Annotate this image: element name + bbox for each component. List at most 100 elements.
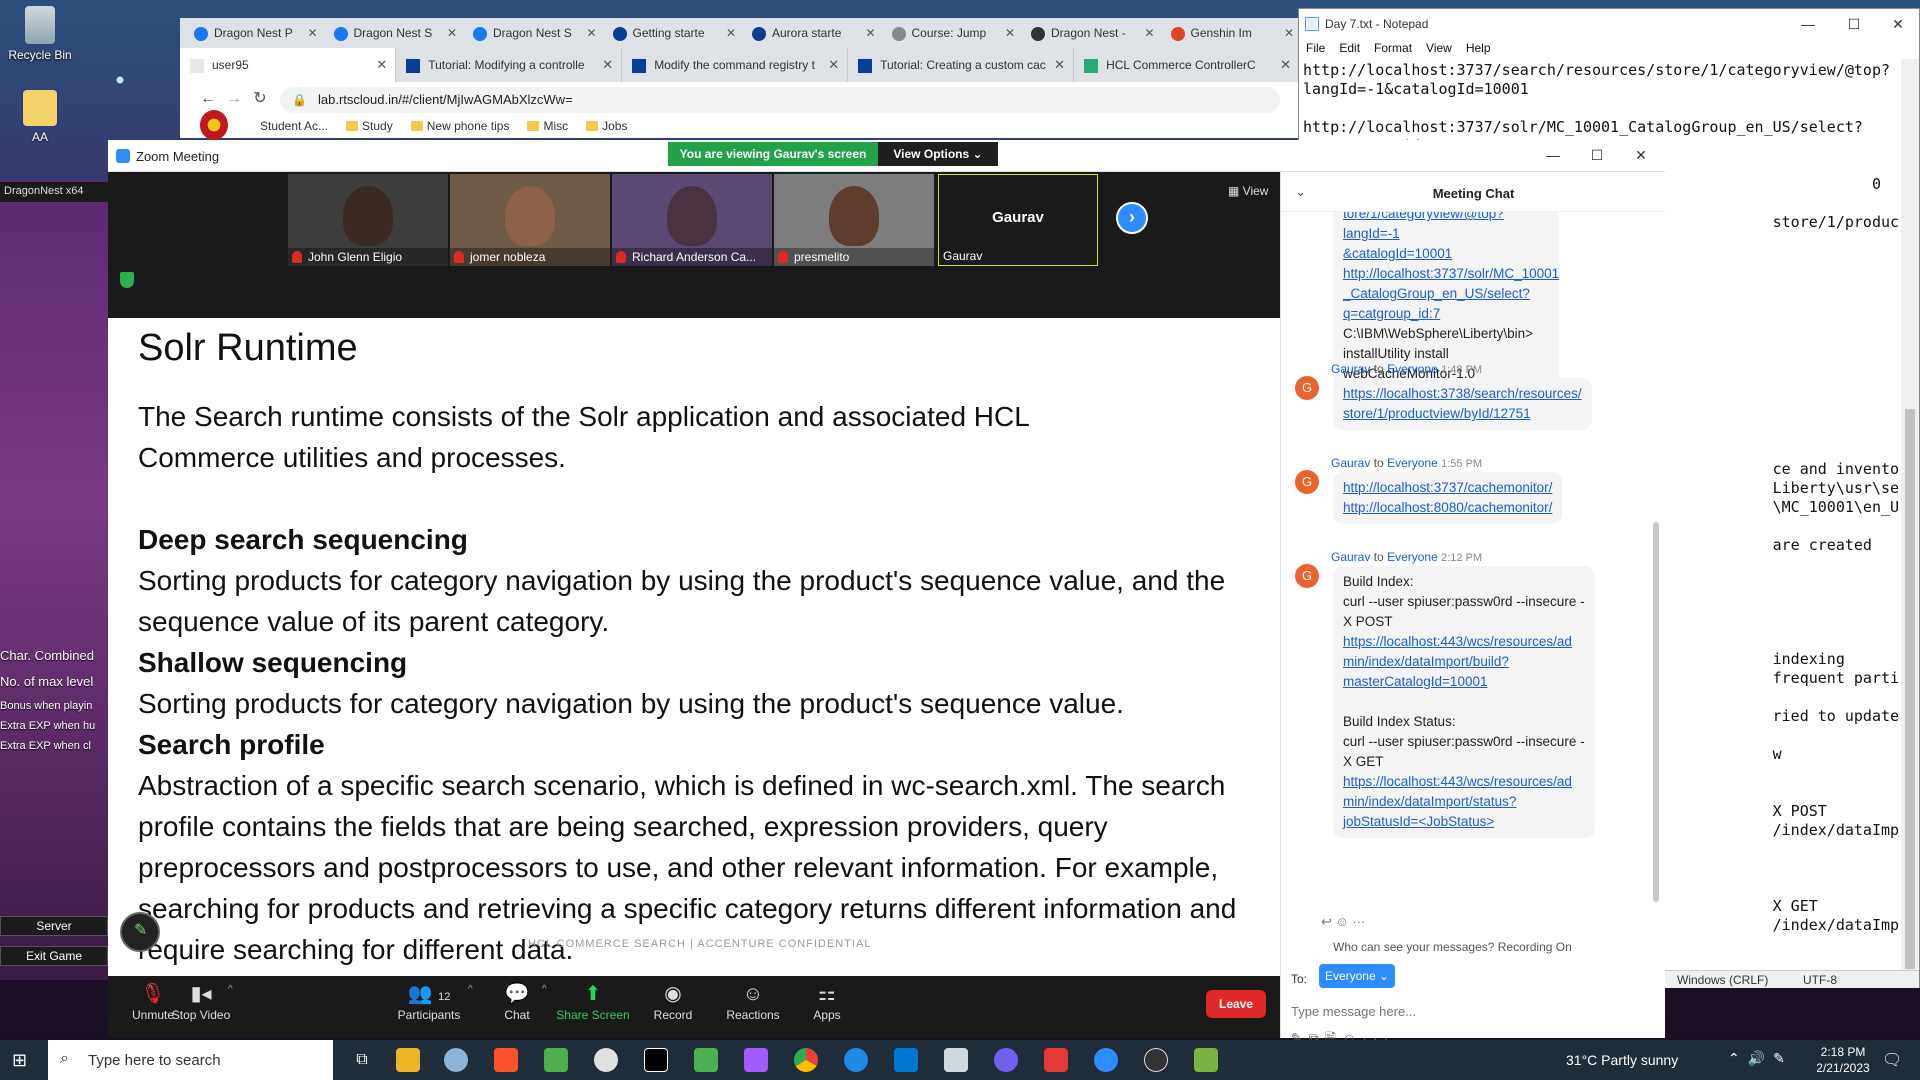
figma-icon[interactable]: [744, 1048, 768, 1072]
intellij-icon[interactable]: [644, 1048, 668, 1072]
chat-message-input[interactable]: [1291, 998, 1651, 1024]
notepad-plus-icon[interactable]: [694, 1048, 718, 1072]
browser-tab[interactable]: Tutorial: Modifying a controlle ✕: [396, 48, 623, 82]
close-tab-icon[interactable]: ✕: [1144, 26, 1154, 40]
next-page-arrow-icon[interactable]: ›: [1116, 202, 1148, 234]
browser-tab[interactable]: Genshin Im ✕: [1161, 18, 1301, 48]
system-tray-icons[interactable]: ⌃🔊✎: [1728, 1050, 1793, 1067]
close-tab-icon[interactable]: ✕: [1005, 26, 1015, 40]
chat-message-line[interactable]: jobStatusId=<JobStatus>: [1343, 812, 1585, 832]
menu-view[interactable]: View: [1419, 39, 1459, 59]
lock-icon[interactable]: 🔒: [292, 93, 307, 107]
browser-tab[interactable]: Dragon Nest S ✕: [324, 18, 464, 48]
taskbar-clock[interactable]: 2:18 PM 2/21/2023: [1808, 1044, 1878, 1076]
chevron-up-icon[interactable]: ^: [228, 984, 233, 995]
app-icon[interactable]: [1194, 1048, 1218, 1072]
file-explorer-icon[interactable]: [396, 1048, 420, 1072]
url-input[interactable]: lab.rtscloud.in/#/client/MjIwAGMAbXlzcWw…: [280, 87, 1280, 113]
chat-message-list[interactable]: tore/1/categoryview/@top?langId=-1 &catal…: [1281, 212, 1651, 912]
participants-button[interactable]: 👥 12 Participants: [384, 980, 474, 1022]
bookmark-study[interactable]: Study: [342, 116, 407, 138]
notepad-icon[interactable]: [944, 1048, 968, 1072]
chrome-icon[interactable]: [794, 1048, 818, 1072]
menu-file[interactable]: File: [1299, 39, 1332, 59]
brave-browser-icon[interactable]: [494, 1048, 518, 1072]
close-tab-icon[interactable]: ✕: [1054, 57, 1065, 73]
chat-visibility-notice[interactable]: Who can see your messages? Recording On: [1333, 940, 1572, 954]
chat-message-line[interactable]: &catalogId=10001: [1343, 244, 1549, 264]
menu-help[interactable]: Help: [1459, 39, 1498, 59]
participant-video-tile[interactable]: presmelito: [774, 174, 934, 266]
close-icon[interactable]: ✕: [1875, 9, 1920, 39]
browser-tab[interactable]: Getting starte ✕: [603, 18, 743, 48]
chevron-up-icon[interactable]: ^: [542, 984, 547, 995]
share-screen-button[interactable]: ⬆ Share Screen: [548, 980, 638, 1022]
avatar[interactable]: G: [1295, 470, 1319, 494]
close-tab-icon[interactable]: ✕: [307, 26, 317, 40]
view-options-button[interactable]: View Options ⌄: [878, 142, 998, 166]
edge-icon[interactable]: [844, 1048, 868, 1072]
scrollbar-thumb[interactable]: [1905, 409, 1915, 969]
close-tab-icon[interactable]: ✕: [1284, 26, 1294, 40]
chat-message-line[interactable]: http://localhost:8080/cachemonitor/: [1343, 498, 1552, 518]
windows-start-icon[interactable]: ⊞: [12, 1050, 32, 1070]
chat-message-line[interactable]: masterCatalogId=10001: [1343, 672, 1585, 692]
bookmark-phone-tips[interactable]: New phone tips: [407, 116, 524, 138]
chat-message-line[interactable]: http://localhost:3737/solr/MC_10001: [1343, 264, 1559, 284]
active-speaker-tile[interactable]: Gaurav Gaurav: [938, 174, 1098, 266]
bookmark-jobs[interactable]: Jobs: [582, 116, 641, 138]
menu-edit[interactable]: Edit: [1332, 39, 1367, 59]
maximize-icon[interactable]: ☐: [1574, 140, 1620, 170]
apps-button[interactable]: ⚏ Apps: [782, 980, 872, 1022]
app-icon[interactable]: [544, 1048, 568, 1072]
chat-message-line[interactable]: https://localhost:443/wcs/resources/ad: [1343, 632, 1585, 652]
browser-tab[interactable]: Aurora starte ✕: [742, 18, 882, 48]
back-icon[interactable]: ←: [198, 89, 218, 109]
app-icon[interactable]: [1044, 1048, 1068, 1072]
recycle-bin-shortcut[interactable]: Recycle Bin: [0, 6, 80, 62]
recipient-dropdown[interactable]: Everyone ⌄: [1319, 964, 1395, 988]
participant-video-tile[interactable]: jomer nobleza: [450, 174, 610, 266]
chat-message-line[interactable]: https://localhost:443/wcs/resources/ad: [1343, 772, 1585, 792]
minimize-icon[interactable]: —: [1530, 140, 1576, 170]
participant-video-tile[interactable]: John Glenn Eligio: [288, 174, 448, 266]
avatar[interactable]: G: [1295, 564, 1319, 588]
close-tab-icon[interactable]: ✕: [376, 57, 387, 73]
chat-message-line[interactable]: _CatalogGroup_en_US/select?: [1343, 284, 1549, 304]
chat-message-line[interactable]: https://localhost:3738/search/resources/: [1343, 384, 1582, 404]
app-icon[interactable]: [894, 1048, 918, 1072]
chat-message-line[interactable]: min/index/dataImport/build?: [1343, 652, 1585, 672]
browser-tab[interactable]: Dragon Nest - ✕: [1021, 18, 1161, 48]
chat-message-line[interactable]: q=catgroup_id:7: [1343, 304, 1549, 324]
obs-icon[interactable]: [1144, 1048, 1168, 1072]
chat-message-line[interactable]: http://localhost:3737/cachemonitor/: [1343, 478, 1552, 498]
message-actions[interactable]: ↩ ☺ ···: [1321, 914, 1365, 930]
participant-video-tile[interactable]: Richard Anderson Ca...: [612, 174, 772, 266]
browser-tab[interactable]: Dragon Nest P ✕: [184, 18, 324, 48]
scrollbar-thumb[interactable]: [1653, 522, 1659, 902]
chevron-up-icon[interactable]: ^: [148, 984, 153, 995]
browser-tab[interactable]: HCL Commerce ControllerC ✕: [1074, 48, 1300, 82]
game-exit-button[interactable]: Exit Game: [0, 946, 108, 966]
forward-icon[interactable]: →: [224, 89, 244, 109]
aa-shortcut[interactable]: AA: [0, 90, 80, 144]
close-tab-icon[interactable]: ✕: [1280, 57, 1291, 73]
avatar[interactable]: G: [1295, 376, 1319, 400]
browser-tab[interactable]: Modify the command registry t ✕: [622, 48, 849, 82]
weather-widget[interactable]: 31°C Partly sunny: [1566, 1052, 1678, 1068]
zoom-taskbar-icon[interactable]: [1094, 1048, 1118, 1072]
viber-icon[interactable]: [994, 1048, 1018, 1072]
chat-message-line[interactable]: tore/1/categoryview/@top?langId=-1: [1343, 212, 1549, 244]
chat-sender[interactable]: Gaurav: [1331, 550, 1370, 564]
game-server-button[interactable]: Server: [0, 916, 108, 936]
chat-message-line[interactable]: min/index/dataImport/status?: [1343, 792, 1585, 812]
close-tab-icon[interactable]: ✕: [726, 26, 736, 40]
chat-sender[interactable]: Gaurav: [1331, 456, 1370, 470]
reload-icon[interactable]: ↻: [250, 89, 270, 109]
minimize-icon[interactable]: —: [1785, 9, 1831, 39]
browser-tab[interactable]: user95 ✕: [180, 48, 397, 82]
close-tab-icon[interactable]: ✕: [602, 57, 613, 73]
maximize-icon[interactable]: ☐: [1831, 9, 1877, 39]
gallery-view-button[interactable]: ▦ View: [1228, 184, 1268, 198]
app-icon[interactable]: [444, 1048, 468, 1072]
